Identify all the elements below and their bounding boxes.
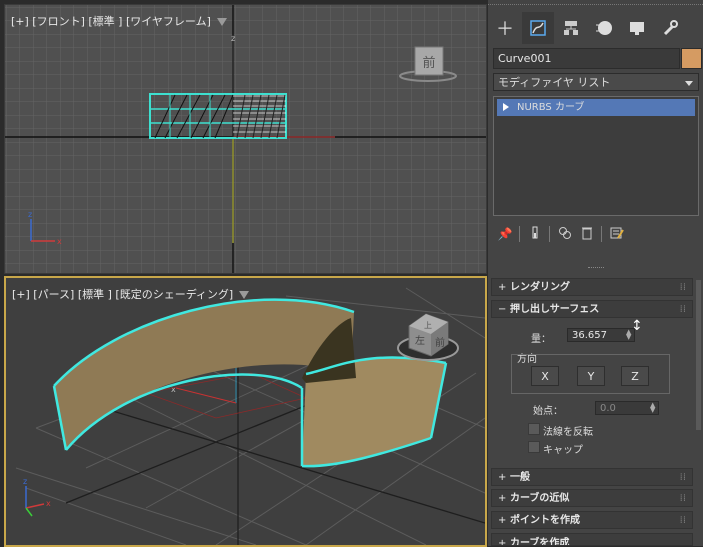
rollout-create-curves-label: カーブを作成 [510, 538, 570, 546]
front-viewport-label-text[interactable]: [+] [フロント] [標準 ] [ワイヤフレーム] [11, 15, 211, 28]
rollout-create-curves[interactable]: + カーブを作成 [491, 533, 693, 546]
axis-x-button[interactable]: X [531, 366, 559, 386]
modify-tab-icon[interactable] [522, 12, 554, 44]
modifier-list-dropdown[interactable]: モディファイヤ リスト [493, 73, 699, 91]
rollout-general-label: 一般 [510, 472, 530, 483]
object-name-field[interactable]: Curve001 [493, 48, 680, 69]
axis-y-button[interactable]: Y [577, 366, 605, 386]
perspective-viewport-label[interactable]: [+] [パース] [標準 ] [既定のシェーディング] [12, 286, 250, 302]
cap-checkbox[interactable] [528, 441, 540, 453]
filter-icon[interactable] [216, 18, 227, 26]
start-label: 始点： [533, 406, 563, 417]
front-viewport-label[interactable]: [+] [フロント] [標準 ] [ワイヤフレーム] [11, 13, 227, 29]
make-unique-icon[interactable] [557, 226, 573, 242]
stack-toolbar: 📌 [493, 224, 699, 244]
hierarchy-tab-icon[interactable] [555, 12, 587, 44]
rollout-create-points-label: ポイントを作成 [510, 515, 580, 526]
flip-normals-checkbox[interactable] [528, 423, 540, 435]
front-viewport[interactable]: 前 z z x [+] [フロント] [標準 ] [ワイヤフレーム] [4, 4, 487, 274]
grid-axis-z-label: z [231, 34, 235, 43]
modifier-stack[interactable]: NURBS カーブ [493, 96, 699, 216]
svg-text:x: x [57, 237, 62, 246]
chevron-down-icon [685, 81, 693, 86]
modifier-list-label: モディファイヤ リスト [498, 76, 611, 89]
extruded-surface[interactable] [52, 298, 448, 468]
viewcube-top-label: 上 [424, 321, 432, 330]
amount-value[interactable]: 36.657 [572, 330, 607, 341]
amount-spinner[interactable]: 36.657 ▲ ▼ [567, 328, 635, 342]
amount-label: 量： [531, 334, 551, 345]
show-end-result-icon[interactable] [527, 226, 543, 242]
remove-modifier-icon[interactable] [579, 226, 595, 242]
object-color-swatch[interactable] [681, 48, 702, 69]
svg-text:z: z [23, 477, 27, 486]
stack-item-nurbs-curve[interactable]: NURBS カーブ [497, 99, 695, 116]
viewcube-left-label: 左 [415, 334, 425, 347]
svg-text:x: x [46, 499, 51, 508]
filter-icon[interactable] [239, 291, 250, 299]
persp-viewport-label-text[interactable]: [+] [パース] [標準 ] [既定のシェーディング] [12, 288, 233, 301]
rollout-general[interactable]: + 一般 ⁞⁞ [491, 468, 693, 486]
pin-stack-icon[interactable]: 📌 [497, 226, 513, 242]
viewcube-front-label-p: 前 [435, 336, 445, 349]
command-panel: ＋ Curve001 モディファイヤ リスト NURBS カーブ 📌 + レンダ… [488, 0, 703, 546]
svg-text:z: z [28, 210, 32, 219]
perspective-viewport[interactable]: z x 上 左 前 [4, 276, 487, 547]
rollout-create-points[interactable]: + ポイントを作成 ⁞⁞ [491, 511, 693, 529]
flip-normals-label: 法線を反転 [543, 427, 593, 438]
axis-tripod-persp: z x [23, 477, 51, 517]
display-tab-icon[interactable] [621, 12, 653, 44]
configure-modifier-sets-icon[interactable] [609, 226, 625, 242]
rollout-curve-approx-label: カーブの近似 [510, 493, 570, 504]
rollout-curve-approx[interactable]: + カーブの近似 ⁞⁞ [491, 489, 693, 507]
panel-splitter-grip[interactable] [588, 267, 604, 271]
perspective-viewport-scene: z x 上 左 前 [15, 287, 485, 545]
resize-cursor-icon: ↕ [631, 318, 643, 334]
start-value[interactable]: 0.0 [600, 403, 616, 414]
axis-z-button[interactable]: Z [621, 366, 649, 386]
command-panel-tabs: ＋ [488, 10, 703, 46]
spinner-arrows-icon[interactable]: ▲ ▼ [650, 402, 657, 414]
panel-scrollbar[interactable] [696, 280, 701, 430]
extrude-surface-body: 量： 36.657 ▲ ▼ ↕ 方向 X Y Z 始点： 0.0 ▲ ▼ 法線を反転… [491, 318, 693, 466]
viewcube-perspective[interactable]: 上 左 前 [397, 313, 459, 361]
rollout-rendering[interactable]: + レンダリング ⁞⁞ [491, 278, 693, 296]
start-spinner[interactable]: 0.0 ▲ ▼ [595, 401, 659, 415]
rollout-extrude-label: 押し出しサーフェス [510, 304, 600, 315]
front-viewport-grid: 前 z z x [5, 5, 486, 273]
motion-tab-icon[interactable] [588, 12, 620, 44]
create-tab-icon[interactable]: ＋ [489, 12, 521, 44]
utilities-tab-icon[interactable] [654, 12, 686, 44]
rollout-extrude-surface[interactable]: − 押し出しサーフェス ⁞⁞ [491, 300, 693, 318]
expand-triangle-icon[interactable] [503, 103, 509, 111]
stack-item-label: NURBS カーブ [517, 102, 585, 113]
cap-label: キャップ [543, 445, 583, 456]
viewcube-front-label: 前 [422, 55, 435, 71]
rollout-rendering-label: レンダリング [510, 282, 570, 293]
